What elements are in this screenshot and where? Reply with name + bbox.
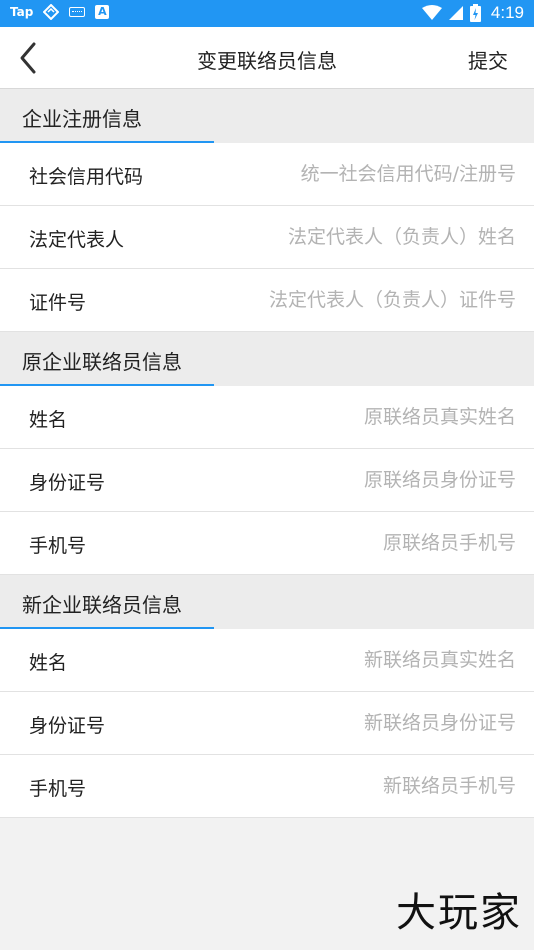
- a-box-icon: A: [95, 5, 110, 19]
- status-bar: Tap A 4:19: [0, 0, 534, 27]
- field-label: 姓名: [29, 652, 68, 674]
- field-label: 手机号: [29, 535, 87, 557]
- form-row-new-phone: 手机号: [0, 755, 534, 818]
- section-header-registration: 企业注册信息: [0, 89, 534, 143]
- field-label: 社会信用代码: [29, 166, 144, 188]
- form-row-legal-rep: 法定代表人: [0, 206, 534, 269]
- form-row-old-phone: 手机号: [0, 512, 534, 575]
- field-label: 姓名: [29, 409, 68, 431]
- section-title: 新企业联络员信息: [22, 593, 182, 617]
- old-contact-id-input[interactable]: [216, 459, 516, 501]
- wifi-icon: [421, 5, 442, 20]
- credit-code-input[interactable]: [216, 153, 516, 195]
- cell-signal-icon: [448, 6, 463, 20]
- page-title: 变更联络员信息: [197, 49, 337, 73]
- form-row-old-name: 姓名: [0, 386, 534, 449]
- field-label: 身份证号: [29, 472, 106, 494]
- status-bar-right: 4:19: [421, 3, 524, 23]
- old-contact-phone-input[interactable]: [216, 522, 516, 564]
- section-title: 企业注册信息: [22, 107, 142, 131]
- submit-button[interactable]: 提交: [468, 45, 508, 74]
- field-label: 证件号: [29, 292, 87, 314]
- form-row-legal-rep-id: 证件号: [0, 269, 534, 332]
- new-contact-id-input[interactable]: [216, 702, 516, 744]
- form-row-new-id: 身份证号: [0, 692, 534, 755]
- field-label: 身份证号: [29, 715, 106, 737]
- status-bar-left: Tap A: [10, 4, 110, 20]
- section-header-new-contact: 新企业联络员信息: [0, 575, 534, 629]
- watermark-logo: 大玩家: [396, 890, 522, 936]
- status-time: 4:19: [490, 3, 524, 22]
- section-header-old-contact: 原企业联络员信息: [0, 332, 534, 386]
- field-label: 法定代表人: [29, 229, 125, 251]
- sync-icon: [43, 4, 60, 20]
- section-title: 原企业联络员信息: [22, 350, 182, 374]
- form-row-old-id: 身份证号: [0, 449, 534, 512]
- tap-app-icon: Tap: [10, 5, 34, 19]
- old-contact-name-input[interactable]: [216, 396, 516, 438]
- form-row-credit-code: 社会信用代码: [0, 143, 534, 206]
- keyboard-icon: [69, 7, 86, 17]
- legal-rep-id-input[interactable]: [216, 279, 516, 321]
- form-row-new-name: 姓名: [0, 629, 534, 692]
- new-contact-phone-input[interactable]: [216, 765, 516, 807]
- nav-bar: 变更联络员信息 提交: [0, 27, 534, 89]
- legal-rep-name-input[interactable]: [216, 216, 516, 258]
- field-label: 手机号: [29, 778, 87, 800]
- battery-icon: [469, 4, 481, 22]
- new-contact-name-input[interactable]: [216, 639, 516, 681]
